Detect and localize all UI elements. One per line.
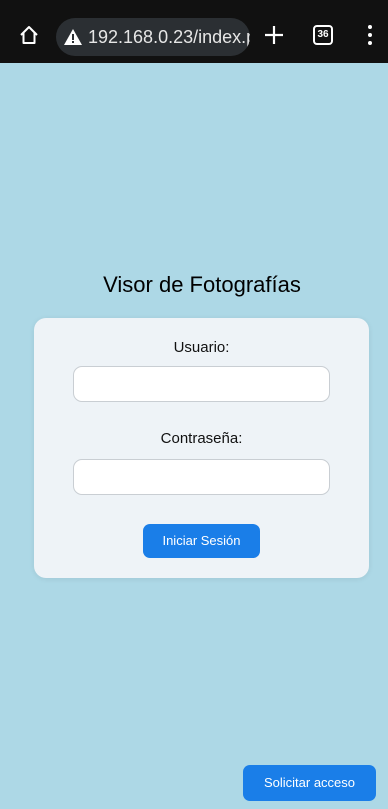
warning-icon[interactable]	[64, 29, 82, 45]
username-input[interactable]	[73, 366, 330, 402]
tabs-icon[interactable]: 36	[313, 25, 333, 45]
tab-count: 36	[317, 29, 329, 40]
browser-toolbar: 192.168.0.23/index.pl 36	[0, 0, 388, 63]
plus-icon[interactable]	[262, 23, 286, 47]
page-title: Visor de Fotografías	[103, 272, 301, 297]
login-button[interactable]: Iniciar Sesión	[143, 524, 260, 558]
username-label: Usuario:	[173, 339, 230, 356]
request-access-button[interactable]: Solicitar acceso	[243, 765, 376, 801]
login-card: Usuario: Contraseña: Iniciar Sesión	[34, 318, 369, 578]
url-text[interactable]: 192.168.0.23/index.pl	[88, 26, 250, 48]
password-label: Contraseña:	[160, 430, 243, 447]
home-icon[interactable]	[18, 24, 40, 46]
more-vert-icon[interactable]	[366, 25, 374, 47]
address-bar[interactable]: 192.168.0.23/index.pl	[56, 18, 250, 56]
password-input[interactable]	[73, 459, 330, 495]
